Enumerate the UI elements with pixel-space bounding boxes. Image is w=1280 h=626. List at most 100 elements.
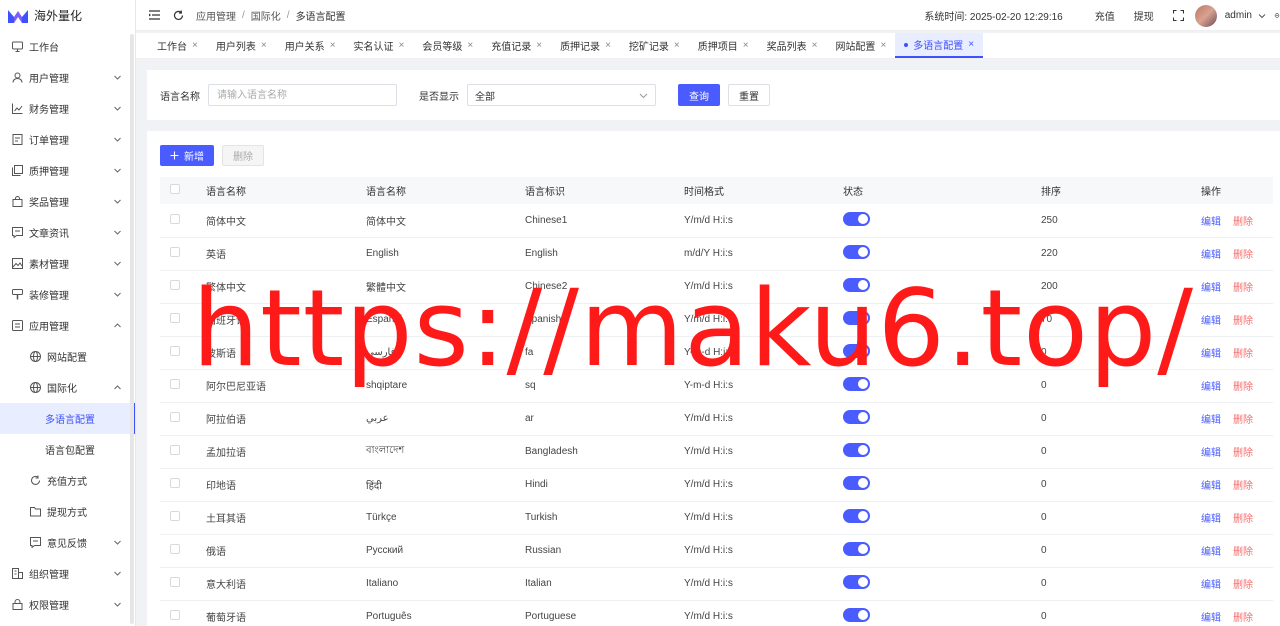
row-checkbox[interactable]	[170, 544, 180, 554]
status-toggle[interactable]	[843, 410, 870, 424]
row-checkbox[interactable]	[170, 478, 180, 488]
edit-link[interactable]: 编辑	[1201, 250, 1221, 261]
delete-link[interactable]: 删除	[1233, 514, 1253, 525]
row-checkbox[interactable]	[170, 280, 180, 290]
tab[interactable]: 网站配置 ×	[826, 33, 895, 58]
logo[interactable]: 海外量化	[0, 0, 135, 31]
username[interactable]: admin	[1225, 10, 1252, 21]
row-checkbox[interactable]	[170, 346, 180, 356]
sidebar-item[interactable]: 工作台	[0, 31, 135, 62]
delete-link[interactable]: 删除	[1233, 613, 1253, 624]
sidebar-item[interactable]: 奖品管理	[0, 186, 135, 217]
delete-link[interactable]: 删除	[1233, 382, 1253, 393]
tab[interactable]: 挖矿记录 ×	[620, 33, 689, 58]
close-icon[interactable]: ×	[743, 40, 749, 51]
tab[interactable]: 用户关系 ×	[276, 33, 345, 58]
sidebar-item[interactable]: 提现方式	[0, 496, 135, 527]
close-icon[interactable]: ×	[192, 40, 198, 51]
column-header[interactable]: 语言标识	[525, 177, 684, 204]
edit-link[interactable]: 编辑	[1201, 613, 1221, 624]
sidebar-item[interactable]: 装修管理	[0, 279, 135, 310]
close-icon[interactable]: ×	[812, 40, 818, 51]
status-toggle[interactable]	[843, 476, 870, 490]
sidebar-item[interactable]: 财务管理	[0, 93, 135, 124]
sidebar-item[interactable]: 意见反馈	[0, 527, 135, 558]
row-checkbox[interactable]	[170, 247, 180, 257]
row-checkbox[interactable]	[170, 610, 180, 620]
sidebar-item[interactable]: 国际化	[0, 372, 135, 403]
tab[interactable]: 用户列表 ×	[207, 33, 276, 58]
edit-link[interactable]: 编辑	[1201, 217, 1221, 228]
reset-button[interactable]: 重置	[728, 84, 770, 106]
delete-link[interactable]: 删除	[1233, 415, 1253, 426]
close-icon[interactable]: ×	[536, 40, 542, 51]
sidebar-scrollbar[interactable]	[130, 34, 134, 624]
row-checkbox[interactable]	[170, 412, 180, 422]
language-name-input[interactable]	[208, 84, 397, 106]
recharge-link[interactable]: 充值	[1095, 8, 1115, 23]
close-icon[interactable]: ×	[467, 40, 473, 51]
column-header[interactable]: 语言名称	[206, 177, 366, 204]
edit-link[interactable]: 编辑	[1201, 316, 1221, 327]
edit-link[interactable]: 编辑	[1201, 448, 1221, 459]
sidebar-item[interactable]: 语言包配置	[0, 434, 135, 465]
delete-link[interactable]: 删除	[1233, 448, 1253, 459]
chevron-down-icon[interactable]	[1256, 10, 1268, 22]
tab[interactable]: 多语言配置 ×	[895, 33, 984, 58]
tab[interactable]: 充值记录 ×	[482, 33, 551, 58]
avatar[interactable]	[1194, 4, 1217, 27]
delete-link[interactable]: 删除	[1233, 217, 1253, 228]
close-icon[interactable]: ×	[330, 40, 336, 51]
edit-link[interactable]: 编辑	[1201, 382, 1221, 393]
sidebar-item[interactable]: 权限管理	[0, 589, 135, 620]
close-icon[interactable]: ×	[880, 40, 886, 51]
delete-link[interactable]: 删除	[1233, 316, 1253, 327]
close-icon[interactable]: ×	[399, 40, 405, 51]
delete-link[interactable]: 删除	[1233, 349, 1253, 360]
row-checkbox[interactable]	[170, 511, 180, 521]
sidebar-item[interactable]: 用户管理	[0, 62, 135, 93]
select-all-checkbox[interactable]	[170, 184, 180, 194]
row-checkbox[interactable]	[170, 445, 180, 455]
row-checkbox[interactable]	[170, 379, 180, 389]
breadcrumb-item[interactable]: 国际化	[251, 8, 281, 23]
sidebar-item[interactable]: 充值方式	[0, 465, 135, 496]
row-checkbox[interactable]	[170, 213, 180, 224]
withdraw-link[interactable]: 提现	[1134, 8, 1154, 23]
status-toggle[interactable]	[843, 542, 870, 556]
batch-delete-button[interactable]: 删除	[222, 145, 264, 166]
delete-link[interactable]: 删除	[1233, 283, 1253, 294]
tab[interactable]: 质押记录 ×	[551, 33, 620, 58]
status-toggle[interactable]	[843, 211, 870, 226]
sidebar-item[interactable]: 多语言配置	[0, 403, 135, 434]
tab[interactable]: 实名认证 ×	[345, 33, 414, 58]
close-icon[interactable]: ×	[605, 40, 611, 51]
sidebar-item[interactable]: 文章资讯	[0, 217, 135, 248]
settings-icon[interactable]	[1274, 10, 1280, 22]
delete-link[interactable]: 删除	[1233, 250, 1253, 261]
status-toggle[interactable]	[843, 608, 870, 622]
tab[interactable]: 会员等级 ×	[413, 33, 482, 58]
tab[interactable]: 奖品列表 ×	[758, 33, 827, 58]
edit-link[interactable]: 编辑	[1201, 547, 1221, 558]
breadcrumb-item[interactable]: 应用管理	[196, 8, 236, 23]
column-header[interactable]: 排序	[1041, 177, 1201, 204]
status-toggle[interactable]	[843, 443, 870, 457]
menu-fold-icon[interactable]	[148, 9, 160, 21]
refresh-icon[interactable]	[172, 9, 184, 21]
delete-link[interactable]: 删除	[1233, 580, 1253, 591]
display-select[interactable]: 全部	[467, 84, 656, 106]
status-toggle[interactable]	[843, 245, 870, 259]
sidebar-item[interactable]: 素材管理	[0, 248, 135, 279]
fullscreen-icon[interactable]	[1173, 10, 1185, 22]
sidebar-item[interactable]: 网站配置	[0, 341, 135, 372]
delete-link[interactable]: 删除	[1233, 481, 1253, 492]
close-icon[interactable]: ×	[674, 40, 680, 51]
delete-link[interactable]: 删除	[1233, 547, 1253, 558]
edit-link[interactable]: 编辑	[1201, 514, 1221, 525]
tab[interactable]: 质押项目 ×	[689, 33, 758, 58]
row-checkbox[interactable]	[170, 313, 180, 323]
close-icon[interactable]: ×	[261, 40, 267, 51]
column-header[interactable]: 语言名称	[366, 177, 525, 204]
query-button[interactable]: 查询	[678, 84, 720, 106]
